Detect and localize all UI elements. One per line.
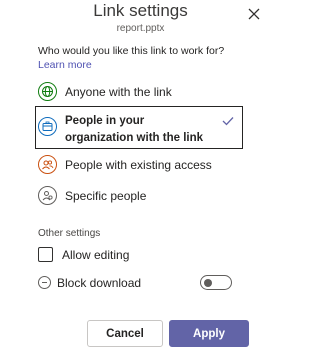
option-organization[interactable]: People in your organization with the lin… [35, 106, 243, 149]
dialog-header: Link settings report.pptx [0, 0, 281, 40]
allow-editing-checkbox[interactable]: Allow editing [36, 246, 196, 266]
apply-button[interactable]: Apply [169, 320, 249, 347]
toggle-knob [204, 278, 212, 287]
checkbox-box[interactable] [38, 247, 53, 262]
people-icon [38, 155, 57, 174]
checkmark-icon [222, 117, 234, 126]
option-label: People in your organization with the lin… [65, 115, 203, 144]
close-button[interactable] [244, 4, 264, 24]
globe-icon [38, 82, 57, 101]
option-label: Anyone with the link [65, 85, 172, 99]
option-specific-people[interactable]: Specific people [35, 184, 243, 208]
option-label: People with existing access [65, 158, 212, 172]
dialog-title: Link settings [93, 1, 188, 20]
cancel-button[interactable]: Cancel [87, 320, 163, 347]
option-existing-access[interactable]: People with existing access [35, 153, 243, 177]
option-anyone[interactable]: Anyone with the link [35, 80, 243, 104]
option-label: Specific people [65, 189, 147, 203]
block-icon [38, 276, 51, 289]
question-text: Who would you like this link to work for… [38, 45, 225, 57]
audience-question: Who would you like this link to work for… [38, 44, 238, 72]
close-icon [248, 8, 260, 20]
block-download-label: Block download [57, 276, 142, 290]
allow-editing-label: Allow editing [62, 248, 130, 262]
file-name: report.pptx [116, 23, 165, 34]
block-download-toggle[interactable] [200, 275, 232, 290]
building-icon [38, 117, 57, 136]
person-icon [38, 186, 57, 205]
other-settings-heading: Other settings [38, 228, 101, 239]
learn-more-link[interactable]: Learn more [38, 59, 92, 71]
